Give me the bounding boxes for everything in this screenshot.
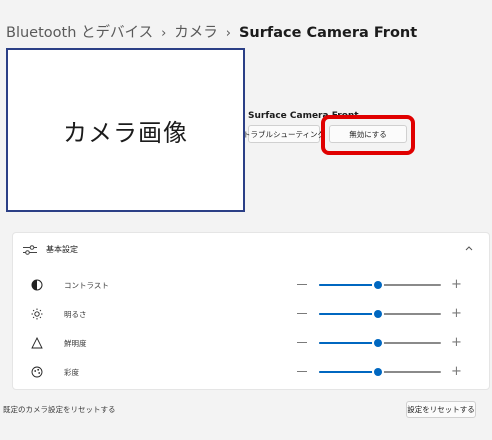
breadcrumb-separator: › <box>225 26 231 41</box>
decrease-button[interactable] <box>297 284 307 285</box>
contrast-icon <box>31 279 43 291</box>
brightness-icon <box>31 308 43 320</box>
setting-label: コントラスト <box>64 281 109 290</box>
breadcrumb-separator: › <box>161 26 167 41</box>
camera-preview: カメラ画像 <box>6 48 245 212</box>
saturation-icon <box>31 366 43 378</box>
slider-fill <box>319 342 378 344</box>
saturation-slider[interactable] <box>319 368 441 376</box>
sharpness-slider[interactable] <box>319 339 441 347</box>
increase-button[interactable]: + <box>451 278 462 291</box>
setting-label: 明るさ <box>64 310 87 319</box>
setting-label: 鮮明度 <box>64 339 87 348</box>
slider-fill <box>319 313 378 315</box>
brightness-slider[interactable] <box>319 310 441 318</box>
setting-label: 彩度 <box>64 368 79 377</box>
slider-fill <box>319 284 378 286</box>
basic-settings-title: 基本設定 <box>46 245 78 254</box>
reset-settings-button[interactable]: 設定をリセットする <box>406 401 476 418</box>
decrease-button[interactable] <box>297 371 307 372</box>
chevron-up-icon[interactable] <box>465 245 473 251</box>
decrease-button[interactable] <box>297 313 307 314</box>
basic-settings-header[interactable]: 基本設定 <box>13 233 489 267</box>
camera-preview-placeholder: カメラ画像 <box>63 118 188 147</box>
setting-row-contrast: コントラスト + <box>13 274 489 296</box>
slider-thumb[interactable] <box>373 281 382 289</box>
sliders-icon <box>23 245 37 255</box>
highlight-annotation <box>321 115 415 155</box>
sharpness-icon <box>31 337 43 349</box>
slider-thumb[interactable] <box>373 310 382 318</box>
breadcrumb-item-bluetooth[interactable]: Bluetooth とデバイス <box>6 25 153 41</box>
basic-settings-card: 基本設定 コントラスト + 明るさ + 鮮明度 + 彩度 + <box>12 232 490 390</box>
slider-fill <box>319 371 378 373</box>
setting-row-brightness: 明るさ + <box>13 303 489 325</box>
slider-thumb[interactable] <box>373 368 382 376</box>
setting-row-sharpness: 鮮明度 + <box>13 332 489 354</box>
increase-button[interactable]: + <box>451 365 462 378</box>
page-title: Surface Camera Front <box>238 25 418 41</box>
increase-button[interactable]: + <box>451 336 462 349</box>
decrease-button[interactable] <box>297 342 307 343</box>
troubleshoot-button[interactable]: トラブルシューティング <box>243 125 325 143</box>
reset-settings-label: 既定のカメラ設定をリセットする <box>3 405 116 414</box>
increase-button[interactable]: + <box>451 307 462 320</box>
breadcrumb: Bluetooth とデバイス › カメラ › Surface Camera Front <box>6 21 417 42</box>
slider-thumb[interactable] <box>373 339 382 347</box>
breadcrumb-item-camera[interactable]: カメラ <box>174 25 218 41</box>
contrast-slider[interactable] <box>319 281 441 289</box>
setting-row-saturation: 彩度 + <box>13 361 489 383</box>
